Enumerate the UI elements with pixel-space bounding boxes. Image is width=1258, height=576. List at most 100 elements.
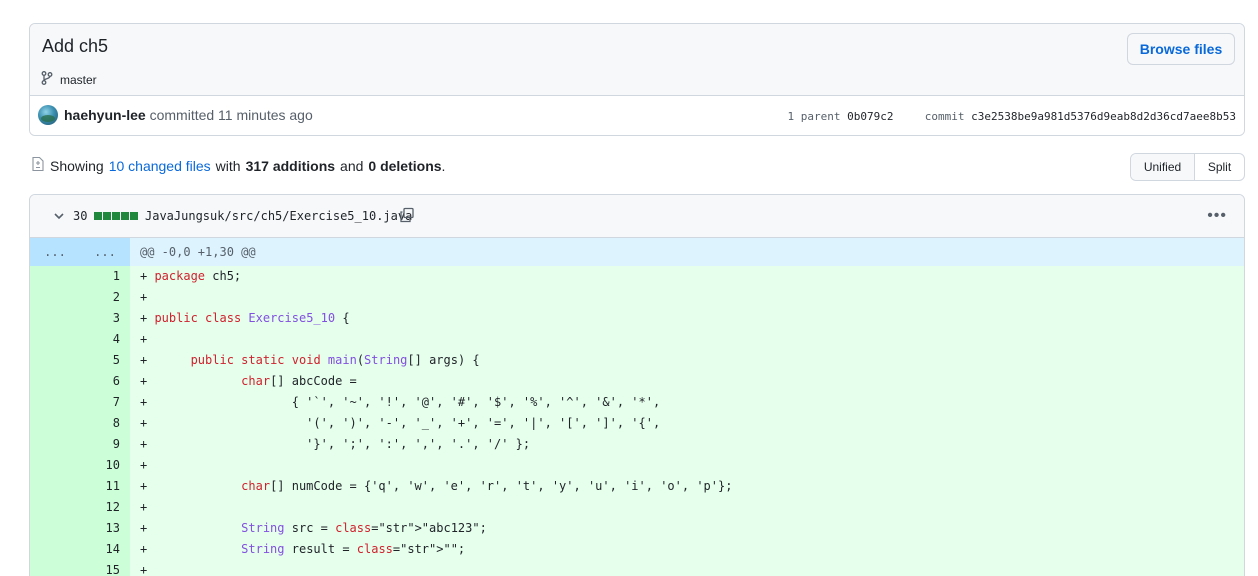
old-line-number[interactable] bbox=[30, 497, 80, 518]
diff-line: 13 + String src = class="str">"abc123"; bbox=[30, 518, 1244, 539]
diff-line: 3 + public class Exercise5_10 { bbox=[30, 308, 1244, 329]
file-diff: 30 JavaJungsuk/src/ch5/Exercise5_10.java… bbox=[29, 194, 1245, 576]
old-line-number[interactable] bbox=[30, 392, 80, 413]
summary-with: with bbox=[215, 157, 241, 174]
code-line: + bbox=[140, 458, 148, 472]
code-line: + public class Exercise5_10 { bbox=[140, 311, 350, 325]
old-line-number[interactable] bbox=[30, 560, 80, 576]
file-header: 30 JavaJungsuk/src/ch5/Exercise5_10.java… bbox=[30, 195, 1244, 238]
diff-line: 15 + bbox=[30, 560, 1244, 576]
diffstat-blocks bbox=[94, 212, 138, 220]
old-line-number[interactable] bbox=[30, 413, 80, 434]
expand-down-button[interactable]: ... bbox=[80, 238, 130, 266]
diff-summary: Showing 10 changed files with 317 additi… bbox=[31, 156, 445, 175]
hunk-header: @@ -0,0 +1,30 @@ bbox=[140, 245, 256, 259]
new-line-number[interactable]: 1 bbox=[80, 266, 130, 287]
new-line-number[interactable]: 3 bbox=[80, 308, 130, 329]
old-line-number[interactable] bbox=[30, 371, 80, 392]
new-line-number[interactable]: 10 bbox=[80, 455, 130, 476]
code-line: + '(', ')', '-', '_', '+', '=', '|', '['… bbox=[140, 416, 661, 430]
code-line: + String result = class="str">""; bbox=[140, 542, 466, 556]
new-line-number[interactable]: 15 bbox=[80, 560, 130, 576]
diff-line: 12 + bbox=[30, 497, 1244, 518]
new-line-number[interactable]: 6 bbox=[80, 371, 130, 392]
code-line: + String src = class="str">"abc123"; bbox=[140, 521, 487, 535]
sha-info: 1 parent 0b079c2 commit c3e2538be9a981d5… bbox=[788, 110, 1237, 123]
old-line-number[interactable] bbox=[30, 329, 80, 350]
summary-showing: Showing bbox=[50, 157, 104, 174]
new-line-number[interactable]: 11 bbox=[80, 476, 130, 497]
commit-title: Add ch5 bbox=[42, 36, 109, 56]
old-line-number[interactable] bbox=[30, 539, 80, 560]
parent-sha-link[interactable]: 0b079c2 bbox=[847, 110, 893, 123]
code-line: + bbox=[140, 290, 148, 304]
code-line: + public static void main(String[] args)… bbox=[140, 353, 480, 367]
parent-label: 1 parent bbox=[787, 110, 841, 123]
code-line: + { '`', '~', '!', '@', '#', '$', '%', '… bbox=[140, 395, 661, 409]
avatar[interactable] bbox=[38, 105, 58, 125]
branch-name: master bbox=[60, 72, 97, 87]
new-line-number[interactable]: 13 bbox=[80, 518, 130, 539]
additions-count: 317 additions bbox=[245, 157, 336, 174]
code-line: + bbox=[140, 563, 148, 576]
diff-line: 6 + char[] abcCode = bbox=[30, 371, 1244, 392]
file-diff-icon bbox=[31, 156, 45, 175]
diff-line: 10 + bbox=[30, 455, 1244, 476]
code-line: + package ch5; bbox=[140, 269, 242, 283]
old-line-number[interactable] bbox=[30, 434, 80, 455]
diff-line: 1 + package ch5; bbox=[30, 266, 1244, 287]
commit-action: committed 11 minutes ago bbox=[145, 107, 313, 123]
commit-sha: c3e2538be9a981d5376d9eab8d2d36cd7aee8b53 bbox=[971, 110, 1236, 123]
old-line-number[interactable] bbox=[30, 287, 80, 308]
new-line-number[interactable]: 5 bbox=[80, 350, 130, 371]
commit-meta: haehyun-lee committed 11 minutes ago 1 p… bbox=[30, 96, 1244, 135]
code-line: + bbox=[140, 332, 148, 346]
commit-label: commit bbox=[924, 110, 965, 123]
author-link[interactable]: haehyun-lee bbox=[64, 107, 146, 123]
git-branch-icon bbox=[39, 70, 55, 89]
diff-line: 7 + { '`', '~', '!', '@', '#', '$', '%', … bbox=[30, 392, 1244, 413]
split-view-button[interactable]: Split bbox=[1195, 154, 1244, 180]
unified-view-button[interactable]: Unified bbox=[1131, 154, 1195, 180]
diff-line: 2 + bbox=[30, 287, 1244, 308]
browse-files-button[interactable]: Browse files bbox=[1127, 33, 1235, 65]
new-line-number[interactable]: 8 bbox=[80, 413, 130, 434]
code-line: + bbox=[140, 500, 148, 514]
file-path[interactable]: JavaJungsuk/src/ch5/Exercise5_10.java bbox=[145, 209, 412, 223]
file-change-count: 30 bbox=[73, 209, 88, 223]
author-line: haehyun-lee committed 11 minutes ago bbox=[64, 107, 313, 123]
new-line-number[interactable]: 14 bbox=[80, 539, 130, 560]
copy-icon[interactable] bbox=[399, 207, 415, 226]
diff-line: 5 + public static void main(String[] args… bbox=[30, 350, 1244, 371]
changed-files-link[interactable]: 10 changed files bbox=[109, 158, 211, 174]
code-line: + char[] numCode = {'q', 'w', 'e', 'r', … bbox=[140, 479, 733, 493]
diff-line: 8 + '(', ')', '-', '_', '+', '=', '|', '[… bbox=[30, 413, 1244, 434]
old-line-number[interactable] bbox=[30, 266, 80, 287]
new-line-number[interactable]: 9 bbox=[80, 434, 130, 455]
diff-line: 11 + char[] numCode = {'q', 'w', 'e', 'r'… bbox=[30, 476, 1244, 497]
diff-line: 14 + String result = class="str">""; bbox=[30, 539, 1244, 560]
new-line-number[interactable]: 2 bbox=[80, 287, 130, 308]
summary-period: . bbox=[441, 157, 446, 174]
chevron-down-icon[interactable] bbox=[52, 209, 66, 226]
old-line-number[interactable] bbox=[30, 455, 80, 476]
commit-box: Add ch5 master Browse files haehyun-lee … bbox=[29, 23, 1245, 136]
code-line: + '}', ';', ':', ',', '.', '/' }; bbox=[140, 437, 531, 451]
diff-view-toggle: Unified Split bbox=[1130, 153, 1245, 181]
kebab-horizontal-icon[interactable]: ••• bbox=[1207, 207, 1227, 225]
new-line-number[interactable]: 4 bbox=[80, 329, 130, 350]
summary-and: and bbox=[340, 157, 364, 174]
commit-header: Add ch5 master Browse files bbox=[30, 24, 1244, 96]
old-line-number[interactable] bbox=[30, 350, 80, 371]
old-line-number[interactable] bbox=[30, 476, 80, 497]
new-line-number[interactable]: 7 bbox=[80, 392, 130, 413]
expand-up-button[interactable]: ... bbox=[30, 238, 80, 266]
diff-line: 9 + '}', ';', ':', ',', '.', '/' }; bbox=[30, 434, 1244, 455]
new-line-number[interactable]: 12 bbox=[80, 497, 130, 518]
old-line-number[interactable] bbox=[30, 518, 80, 539]
branch-label[interactable]: master bbox=[39, 70, 97, 89]
diff-table: ... ... @@ -0,0 +1,30 @@ 1 + package ch5;… bbox=[30, 238, 1244, 576]
code-line: + char[] abcCode = bbox=[140, 374, 357, 388]
old-line-number[interactable] bbox=[30, 308, 80, 329]
deletions-count: 0 deletions bbox=[368, 157, 442, 174]
